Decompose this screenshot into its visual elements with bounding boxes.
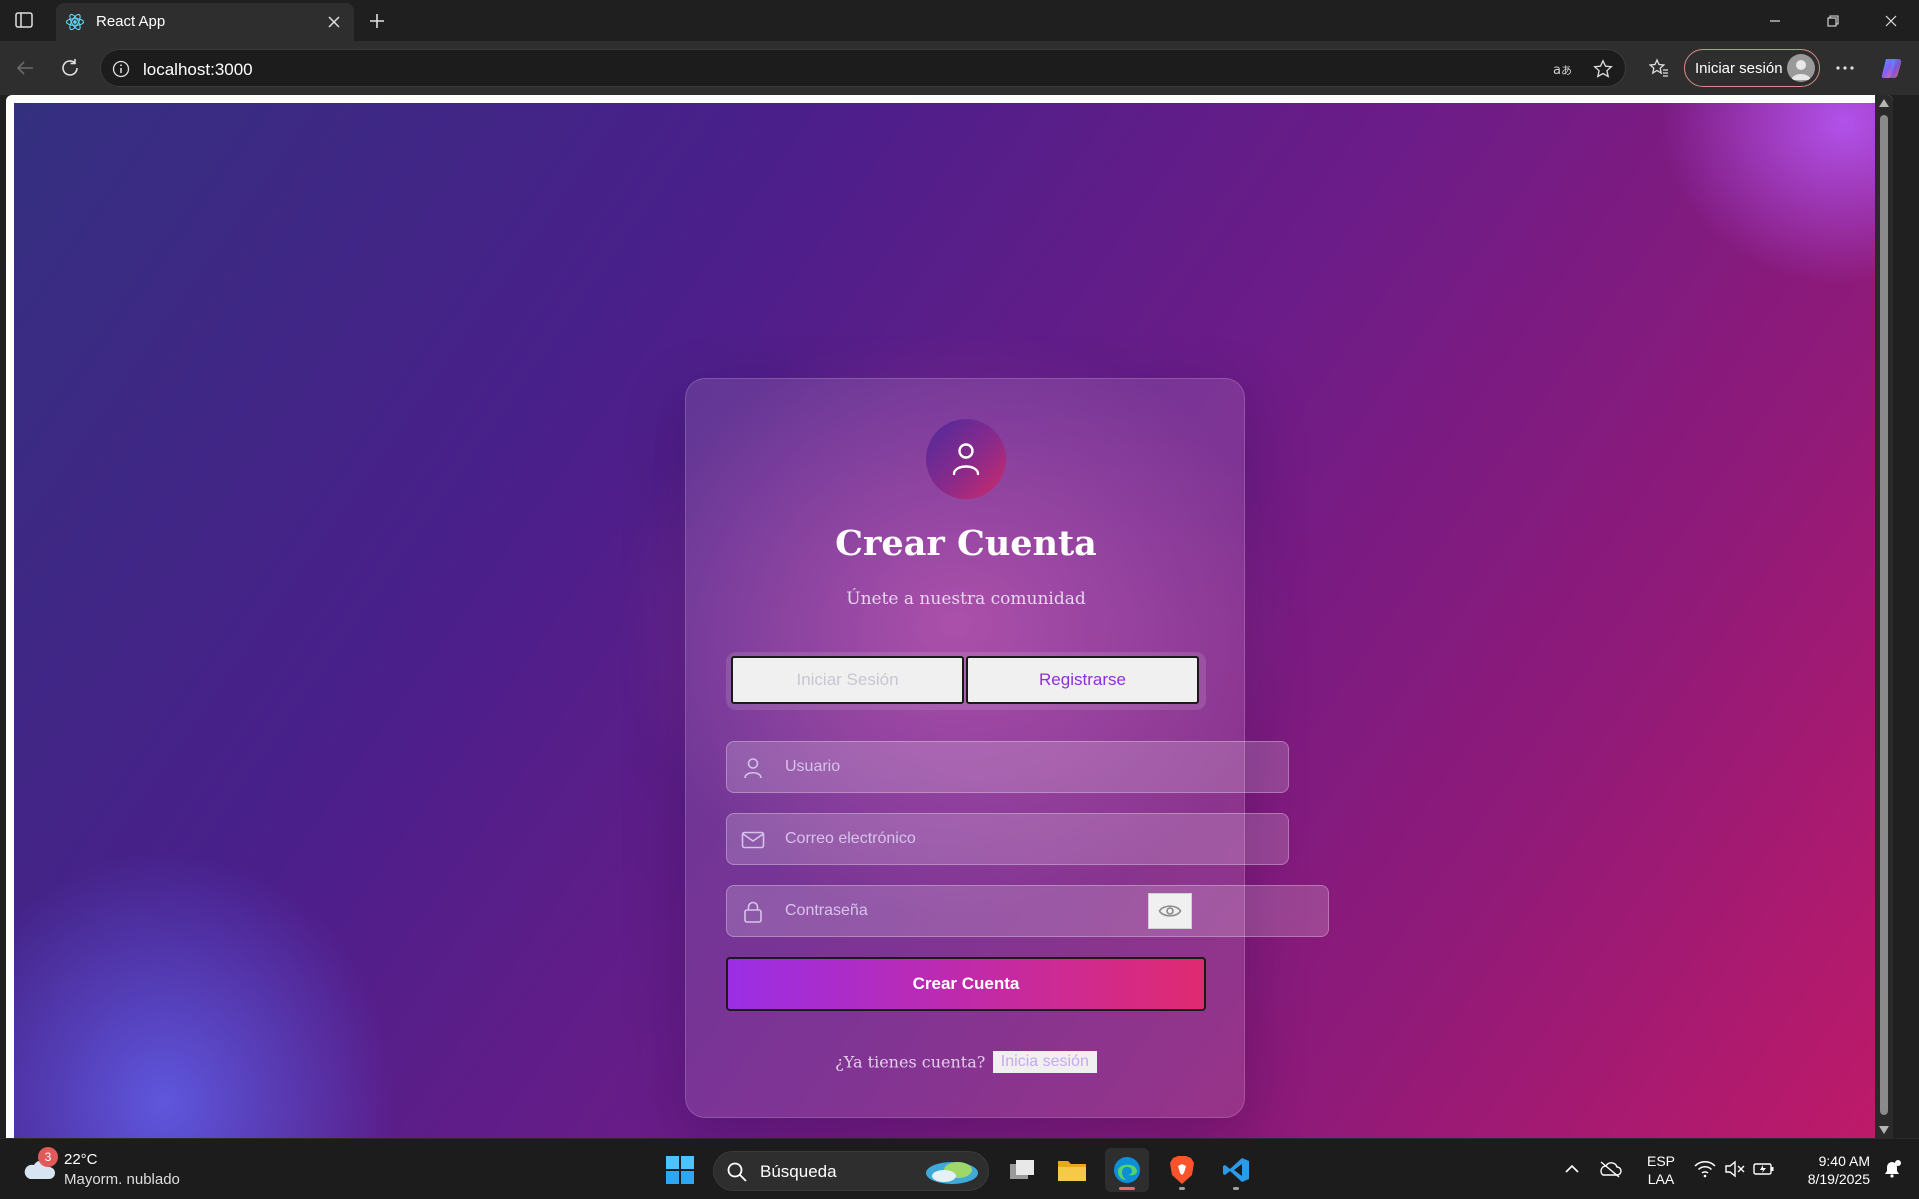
- sidebar-toggle-icon[interactable]: [12, 9, 36, 31]
- lock-icon: [741, 900, 765, 924]
- email-field: [726, 813, 1289, 865]
- weather-widget[interactable]: 3 22°C Mayorm. nublado: [20, 1147, 200, 1193]
- file-explorer-icon[interactable]: [1050, 1148, 1094, 1192]
- react-logo-icon: [64, 11, 86, 33]
- translate-icon[interactable]: aあ: [1551, 57, 1575, 81]
- taskbar-search[interactable]: Búsqueda: [713, 1151, 989, 1191]
- browser-signin-button[interactable]: Iniciar sesión: [1684, 49, 1820, 87]
- weather-temperature: 22°C: [64, 1151, 98, 1168]
- login-prompt: ¿Ya tienes cuenta? Inicia sesión: [686, 1051, 1246, 1073]
- password-field: [726, 885, 1329, 937]
- svg-text:あ: あ: [1561, 64, 1572, 77]
- url-text: localhost:3000: [143, 60, 253, 79]
- restore-icon[interactable]: [1818, 8, 1848, 34]
- page-scrollbar[interactable]: [1875, 95, 1893, 1138]
- profile-avatar-icon: [1787, 54, 1815, 82]
- input-language-indicator[interactable]: ESP LAA: [1644, 1152, 1678, 1188]
- tab-login[interactable]: Iniciar Sesión: [731, 656, 964, 704]
- page-viewport: Crear Cuenta Únete a nuestra comunidad I…: [6, 95, 1893, 1138]
- favorite-star-icon[interactable]: [1591, 57, 1615, 81]
- clock-date: 8/19/2025: [1807, 1171, 1870, 1187]
- weather-alert-badge: 3: [38, 1147, 58, 1167]
- svg-text:a: a: [1553, 63, 1561, 78]
- username-field: [726, 741, 1289, 793]
- active-app-indicator: [1119, 1187, 1135, 1190]
- browser-tab-active[interactable]: React App: [56, 3, 354, 41]
- scroll-down-arrow-icon[interactable]: [1879, 1126, 1889, 1134]
- speaker-muted-icon[interactable]: [1723, 1157, 1747, 1181]
- language-code: ESP: [1646, 1153, 1675, 1169]
- running-app-indicator: [1179, 1187, 1185, 1190]
- copilot-icon[interactable]: [1877, 53, 1907, 83]
- vscode-icon[interactable]: [1214, 1148, 1258, 1192]
- battery-charging-icon[interactable]: [1752, 1157, 1776, 1181]
- more-menu-icon[interactable]: [1830, 53, 1860, 83]
- refresh-icon[interactable]: [55, 53, 85, 83]
- search-placeholder: Búsqueda: [760, 1162, 837, 1181]
- close-tab-icon[interactable]: [324, 12, 344, 32]
- email-input[interactable]: [785, 814, 1265, 864]
- brave-browser-icon[interactable]: [1160, 1148, 1204, 1192]
- keyboard-layout: LAA: [1647, 1171, 1675, 1187]
- scroll-up-arrow-icon[interactable]: [1879, 99, 1889, 107]
- clock-time: 9:40 AM: [1818, 1153, 1870, 1169]
- username-input[interactable]: [785, 742, 1265, 792]
- login-link[interactable]: Inicia sesión: [992, 1051, 1097, 1073]
- windows-taskbar: 3 22°C Mayorm. nublado Búsqueda ESP LAA: [0, 1138, 1919, 1199]
- page-title: Crear Cuenta: [835, 523, 1097, 564]
- signin-label: Iniciar sesión: [1695, 60, 1783, 77]
- page-subtitle: Únete a nuestra comunidad: [846, 589, 1086, 609]
- login-prompt-text: ¿Ya tienes cuenta?: [835, 1052, 986, 1072]
- create-account-button[interactable]: Crear Cuenta: [726, 957, 1206, 1011]
- close-window-icon[interactable]: [1876, 8, 1906, 34]
- site-info-icon[interactable]: [111, 59, 131, 79]
- show-password-button[interactable]: [1148, 893, 1192, 929]
- user-avatar-icon: [926, 419, 1006, 499]
- search-icon: [727, 1162, 747, 1182]
- mail-icon: [741, 828, 765, 852]
- edge-browser-icon[interactable]: [1105, 1148, 1149, 1192]
- running-app-indicator: [1233, 1187, 1239, 1190]
- browser-title-bar: React App: [0, 0, 1919, 41]
- auth-mode-toggle: Iniciar Sesión Registrarse: [726, 652, 1206, 710]
- chevron-up-icon[interactable]: [1560, 1157, 1584, 1181]
- tab-title: React App: [96, 13, 166, 30]
- onedrive-offline-icon[interactable]: [1598, 1157, 1622, 1181]
- tab-register[interactable]: Registrarse: [966, 656, 1199, 704]
- address-bar[interactable]: localhost:3000 aあ: [100, 49, 1626, 87]
- back-arrow-icon[interactable]: [10, 53, 40, 83]
- favorites-icon[interactable]: [1644, 53, 1674, 83]
- task-view-icon[interactable]: [1000, 1148, 1044, 1192]
- scroll-thumb[interactable]: [1880, 115, 1888, 1115]
- eye-icon: [1158, 905, 1182, 917]
- system-clock[interactable]: 9:40 AM 8/19/2025: [1790, 1152, 1870, 1188]
- weather-description: Mayorm. nublado: [64, 1171, 180, 1188]
- password-input[interactable]: [785, 886, 1135, 936]
- search-highlight-image: [926, 1162, 978, 1184]
- minimize-icon[interactable]: [1760, 8, 1790, 34]
- user-icon: [741, 756, 765, 780]
- page-background: Crear Cuenta Únete a nuestra comunidad I…: [14, 103, 1893, 1138]
- browser-toolbar: localhost:3000 aあ Iniciar sesión: [0, 41, 1919, 95]
- register-card: Crear Cuenta Únete a nuestra comunidad I…: [685, 378, 1329, 1118]
- windows-start-icon[interactable]: [658, 1148, 702, 1192]
- new-tab-icon[interactable]: [364, 8, 390, 34]
- wifi-icon[interactable]: [1693, 1157, 1717, 1181]
- notification-icon[interactable]: [1880, 1157, 1904, 1181]
